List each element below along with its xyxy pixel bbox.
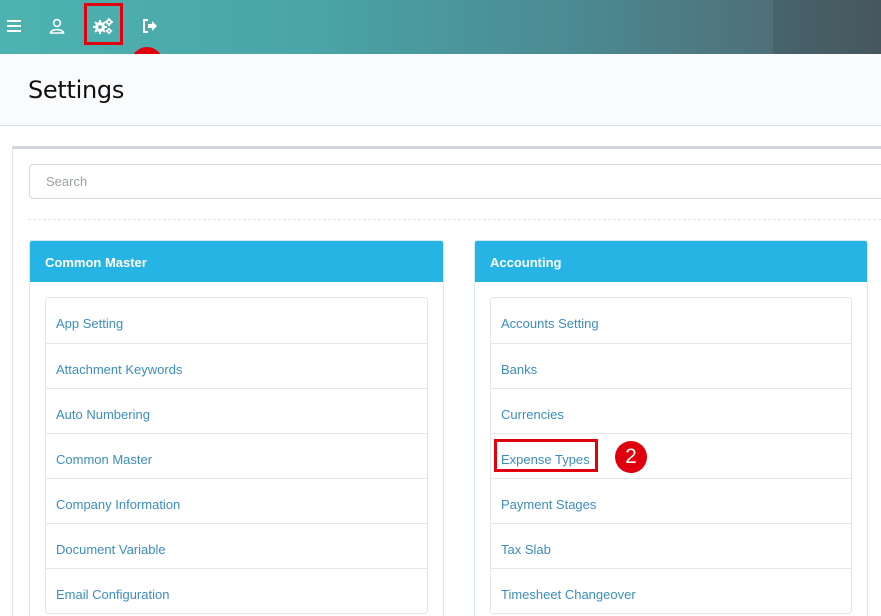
panel-title: Accounting [475, 241, 867, 282]
list-item-app-setting[interactable]: App Setting [46, 298, 427, 343]
list-item-payment-stages[interactable]: Payment Stages [491, 478, 851, 523]
search-input[interactable] [29, 164, 881, 199]
page-header: Settings [0, 54, 881, 126]
list-item-banks[interactable]: Banks [491, 343, 851, 388]
panel-accounting: Accounting Accounts Setting Banks Curren… [474, 240, 868, 616]
top-navbar [0, 0, 881, 54]
step-badge-2: 2 [615, 441, 647, 473]
user-icon [49, 18, 65, 34]
logout-icon [143, 19, 157, 33]
list-item-company-information[interactable]: Company Information [46, 478, 427, 523]
divider [28, 219, 881, 220]
panel-title: Common Master [30, 241, 443, 282]
list-item-common-master[interactable]: Common Master [46, 433, 427, 478]
list-item-auto-numbering[interactable]: Auto Numbering [46, 388, 427, 433]
page-title: Settings [28, 76, 125, 104]
navbar-right-band [773, 0, 881, 54]
panel-common-master: Common Master App Setting Attachment Key… [29, 240, 444, 616]
list-item-attachment-keywords[interactable]: Attachment Keywords [46, 343, 427, 388]
list-item-accounts-setting[interactable]: Accounts Setting [491, 298, 851, 343]
profile-button[interactable] [40, 10, 74, 42]
highlight-expense-types [494, 439, 598, 472]
list-item-document-variable[interactable]: Document Variable [46, 523, 427, 568]
menu-button[interactable] [0, 10, 28, 42]
list-item-timesheet-changeover[interactable]: Timesheet Changeover [491, 568, 851, 613]
list-item-currencies[interactable]: Currencies [491, 388, 851, 433]
settings-list: App Setting Attachment Keywords Auto Num… [45, 297, 428, 614]
list-item-tax-slab[interactable]: Tax Slab [491, 523, 851, 568]
logout-button[interactable] [133, 10, 167, 42]
menu-icon [7, 20, 21, 32]
highlight-settings-button [84, 3, 123, 45]
list-item-email-configuration[interactable]: Email Configuration [46, 568, 427, 613]
